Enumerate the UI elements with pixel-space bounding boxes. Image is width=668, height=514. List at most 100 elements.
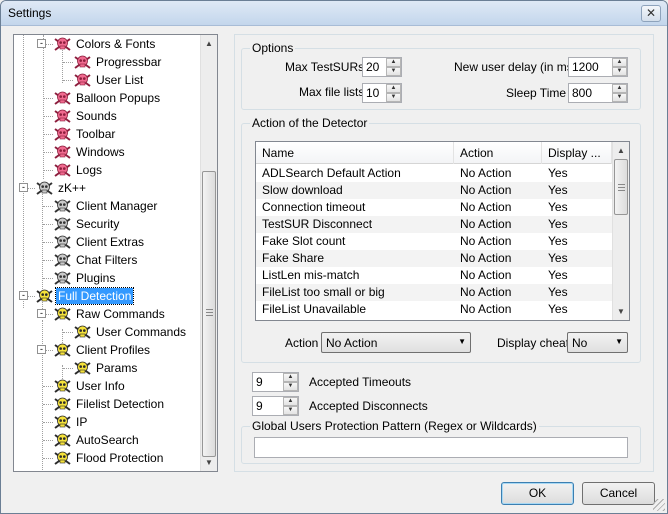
tree-item[interactable]: Flood Protection bbox=[54, 449, 165, 467]
spin-down-icon[interactable]: ▼ bbox=[386, 93, 401, 102]
protection-pattern-input[interactable] bbox=[254, 437, 628, 458]
tree-item[interactable]: Windows bbox=[54, 143, 127, 161]
yellow-skull-icon bbox=[74, 325, 91, 339]
tree-item-label: Chat Filters bbox=[76, 253, 138, 267]
scrollbar-thumb[interactable] bbox=[202, 171, 216, 457]
spin-up-icon[interactable]: ▲ bbox=[283, 397, 298, 406]
tree-item[interactable]: Params bbox=[74, 359, 139, 377]
action-select[interactable]: No Action ▼ bbox=[321, 332, 471, 353]
tree-item[interactable]: User Commands bbox=[74, 323, 188, 341]
scroll-down-icon[interactable]: ▼ bbox=[613, 303, 629, 320]
spin-up-icon[interactable]: ▲ bbox=[386, 58, 401, 67]
close-button[interactable]: ✕ bbox=[641, 5, 661, 22]
scroll-up-icon[interactable]: ▲ bbox=[613, 142, 629, 159]
tree-item[interactable]: Toolbar bbox=[54, 125, 117, 143]
cell-name: FileList Unavailable bbox=[262, 302, 367, 316]
list-item[interactable]: Connection timeout No Action Yes bbox=[256, 199, 612, 216]
list-item[interactable]: ADLSearch Default Action No Action Yes bbox=[256, 165, 612, 182]
tree-item[interactable]: Balloon Popups bbox=[54, 89, 162, 107]
tree-item[interactable]: Client Profiles bbox=[54, 341, 152, 359]
tree-item[interactable]: Client Manager bbox=[54, 197, 159, 215]
tree-collapse-toggle[interactable]: - bbox=[19, 291, 28, 300]
spin-down-icon[interactable]: ▼ bbox=[386, 67, 401, 76]
tree-guide-line bbox=[43, 386, 53, 387]
accepted-disconnects-spinner[interactable]: 9 ▲ ▼ bbox=[252, 396, 299, 416]
tree-item[interactable]: zK++ bbox=[36, 179, 88, 197]
tree-collapse-toggle[interactable]: - bbox=[37, 309, 46, 318]
list-item[interactable]: FileList Unavailable No Action Yes bbox=[256, 301, 612, 318]
list-item[interactable]: ListLen mis-match No Action Yes bbox=[256, 267, 612, 284]
spin-down-icon[interactable]: ▼ bbox=[612, 93, 627, 102]
tree-item-label: IP bbox=[76, 415, 88, 429]
cell-display: Yes bbox=[548, 268, 568, 282]
accepted-timeouts-spinner[interactable]: 9 ▲ ▼ bbox=[252, 372, 299, 392]
yellow-skull-icon bbox=[54, 343, 71, 357]
tree-item[interactable]: Progressbar bbox=[74, 53, 163, 71]
resize-grip[interactable] bbox=[653, 499, 665, 511]
action-select-value: No Action bbox=[326, 336, 378, 350]
spin-down-icon[interactable]: ▼ bbox=[283, 406, 298, 415]
cell-name: ListLen mis-match bbox=[262, 268, 360, 282]
list-item[interactable]: Slow download No Action Yes bbox=[256, 182, 612, 199]
settings-window: Settings ✕ - Colors & Fonts Progressbar Use… bbox=[0, 0, 668, 514]
tree-item[interactable]: Client Extras bbox=[54, 233, 146, 251]
pink-skull-icon bbox=[54, 127, 71, 141]
tree-item[interactable]: Filelist Detection bbox=[54, 395, 166, 413]
spin-up-icon[interactable]: ▲ bbox=[612, 58, 627, 67]
list-scrollbar[interactable]: ▲ ▼ bbox=[612, 142, 629, 320]
tree-item[interactable]: User List bbox=[74, 71, 145, 89]
tree-item[interactable]: IP bbox=[54, 413, 89, 431]
tree-item[interactable]: Logs bbox=[54, 161, 104, 179]
tree-item[interactable]: Chat Filters bbox=[54, 251, 139, 269]
spin-up-icon[interactable]: ▲ bbox=[283, 373, 298, 382]
list-item[interactable]: Fake Slot count No Action Yes bbox=[256, 233, 612, 250]
tree-item-label: Filelist Detection bbox=[76, 397, 165, 411]
cell-name: Slow download bbox=[262, 183, 343, 197]
sleep-time-spinner[interactable]: 800 ▲ ▼ bbox=[568, 83, 628, 103]
yellow-skull-icon bbox=[36, 289, 53, 303]
tree-collapse-toggle[interactable]: - bbox=[37, 39, 46, 48]
cell-action: No Action bbox=[460, 217, 512, 231]
tree-item[interactable]: User Info bbox=[54, 377, 127, 395]
cancel-button[interactable]: Cancel bbox=[582, 482, 655, 505]
display-cheat-select[interactable]: No ▼ bbox=[567, 332, 628, 353]
tree-item[interactable]: Plugins bbox=[54, 269, 117, 287]
settings-tree[interactable]: - Colors & Fonts Progressbar User List Ballo… bbox=[13, 34, 218, 472]
column-header-action[interactable]: Action bbox=[454, 142, 542, 164]
scroll-down-icon[interactable]: ▼ bbox=[201, 454, 217, 471]
cell-action: No Action bbox=[460, 234, 512, 248]
tree-item[interactable]: Colors & Fonts bbox=[54, 35, 157, 53]
tree-guide-line bbox=[43, 170, 53, 171]
ok-button[interactable]: OK bbox=[501, 482, 574, 505]
max-testsurs-spinner[interactable]: 20 ▲ ▼ bbox=[362, 57, 402, 77]
tree-item-label: Balloon Popups bbox=[76, 91, 161, 105]
tree-item[interactable]: AutoSearch bbox=[54, 431, 141, 449]
scrollbar-thumb[interactable] bbox=[614, 159, 628, 215]
scroll-up-icon[interactable]: ▲ bbox=[201, 35, 217, 52]
spin-down-icon[interactable]: ▼ bbox=[283, 382, 298, 391]
spin-up-icon[interactable]: ▲ bbox=[386, 84, 401, 93]
list-item[interactable]: FileList too small or big No Action Yes bbox=[256, 284, 612, 301]
spin-up-icon[interactable]: ▲ bbox=[612, 84, 627, 93]
max-file-lists-spinner[interactable]: 10 ▲ ▼ bbox=[362, 83, 402, 103]
tree-collapse-toggle[interactable]: - bbox=[37, 345, 46, 354]
tree-guide-line bbox=[43, 260, 53, 261]
tree-scrollbar[interactable]: ▲ ▼ bbox=[200, 35, 217, 471]
tree-collapse-toggle[interactable]: - bbox=[19, 183, 28, 192]
tree-item[interactable]: Raw Commands bbox=[54, 305, 167, 323]
detector-list[interactable]: Name Action Display ... ADLSearch Defaul… bbox=[255, 141, 630, 321]
yellow-skull-icon bbox=[54, 415, 71, 429]
title-bar: Settings ✕ bbox=[1, 1, 667, 26]
column-header-display[interactable]: Display ... bbox=[542, 142, 612, 164]
list-item[interactable]: TestSUR Disconnect No Action Yes bbox=[256, 216, 612, 233]
cell-action: No Action bbox=[460, 166, 512, 180]
list-item[interactable]: Fake Share No Action Yes bbox=[256, 250, 612, 267]
yellow-skull-icon bbox=[54, 451, 71, 465]
tree-item[interactable]: Sounds bbox=[54, 107, 119, 125]
new-user-delay-spinner[interactable]: 1200 ▲ ▼ bbox=[568, 57, 628, 77]
spin-down-icon[interactable]: ▼ bbox=[612, 67, 627, 76]
tree-item[interactable]: Security bbox=[54, 215, 121, 233]
tree-item[interactable]: Full Detection bbox=[36, 287, 135, 305]
cell-display: Yes bbox=[548, 200, 568, 214]
column-header-name[interactable]: Name bbox=[256, 142, 454, 164]
